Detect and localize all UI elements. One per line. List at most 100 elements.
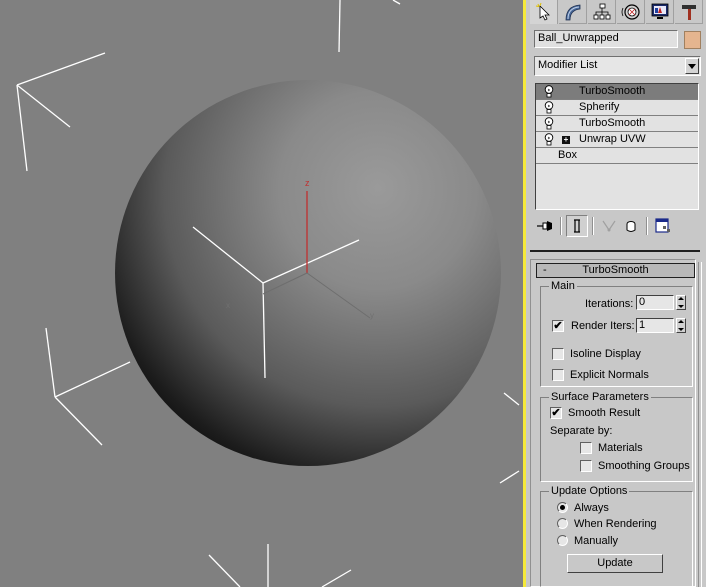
command-panel: Ball_Unwrapped Modifier List TurboSmooth… [526, 0, 706, 587]
stack-item-label: TurboSmooth [579, 85, 646, 97]
bracket-line [16, 84, 71, 128]
bracket-line [16, 84, 28, 172]
make-unique-button[interactable] [598, 215, 620, 237]
object-name-input[interactable]: Ball_Unwrapped [534, 30, 678, 48]
iterations-label: Iterations: [585, 298, 634, 310]
collapse-icon: - [543, 264, 547, 276]
lightbulb-icon[interactable] [544, 133, 554, 146]
stack-item-label: TurboSmooth [579, 117, 646, 129]
x-axis-label: x [226, 301, 230, 310]
manually-radio[interactable] [557, 535, 568, 546]
hierarchy-icon [593, 3, 610, 19]
bracket-line [338, 0, 341, 53]
viewport-canvas: z x y [16, 0, 520, 587]
toolbar-divider [560, 217, 562, 235]
lightbulb-icon[interactable] [544, 85, 554, 98]
bracket-line [499, 470, 520, 484]
iterations-input[interactable]: 0 [636, 295, 674, 310]
smoothing-groups-checkbox[interactable] [580, 460, 592, 472]
bracket-line [208, 554, 241, 587]
y-axis-label: y [370, 311, 374, 320]
render-iters-spinner[interactable] [676, 318, 686, 333]
remove-modifier-button[interactable] [620, 215, 642, 237]
isoline-display-checkbox[interactable] [552, 348, 564, 360]
object-color-swatch[interactable] [684, 31, 701, 49]
stack-toolbar [534, 214, 702, 238]
explicit-normals-checkbox[interactable] [552, 369, 564, 381]
rollout-title: TurboSmooth [582, 264, 649, 276]
modifier-list-dropdown[interactable]: Modifier List [534, 56, 701, 76]
create-arrow-icon [535, 2, 550, 21]
stack-item-turbosmooth-top[interactable]: TurboSmooth [536, 84, 698, 100]
explicit-normals-label: Explicit Normals [570, 369, 649, 381]
bracket-line [16, 52, 106, 86]
lightbulb-icon[interactable] [544, 101, 554, 114]
make-unique-icon [602, 220, 616, 232]
panel-scrollbar[interactable] [698, 262, 702, 587]
bracket-line [45, 327, 56, 398]
expand-plus-icon[interactable]: + [562, 136, 570, 144]
rollout-title-button[interactable]: - TurboSmooth [536, 263, 695, 278]
iterations-spinner[interactable] [676, 295, 686, 310]
render-iters-input[interactable]: 1 [636, 318, 674, 333]
tab-motion[interactable] [617, 0, 645, 24]
bracket-line [54, 361, 131, 398]
stack-item-unwrap-uvw[interactable]: + Unwrap UVW [536, 132, 698, 148]
toolbar-divider [592, 217, 594, 235]
render-iters-label: Render Iters: [571, 320, 635, 332]
perspective-viewport[interactable]: z x y [0, 0, 523, 587]
tab-create[interactable] [530, 0, 558, 24]
isoline-display-label: Isoline Display [570, 348, 641, 360]
pin-stack-icon [537, 221, 552, 231]
motion-wheel-icon [621, 3, 640, 20]
pin-stack-button[interactable] [534, 215, 556, 237]
materials-label: Materials [598, 442, 643, 454]
modifier-stack[interactable]: TurboSmooth Spherify TurboSmooth + Unwra… [535, 83, 699, 210]
toolbar-divider [646, 217, 648, 235]
when-rendering-label: When Rendering [574, 518, 657, 530]
bracket-line [392, 0, 401, 5]
configure-modifier-sets-button[interactable] [652, 215, 674, 237]
panel-divider [530, 250, 700, 252]
always-label: Always [574, 502, 609, 514]
modifier-list-label: Modifier List [538, 59, 598, 71]
update-button[interactable]: Update [567, 554, 663, 573]
bracket-line [54, 396, 103, 446]
bracket-line [321, 569, 352, 587]
separate-by-label: Separate by: [550, 425, 613, 437]
render-iters-checkbox[interactable]: ✔ [552, 320, 564, 332]
tab-modify[interactable] [559, 0, 587, 24]
stack-item-label: Unwrap UVW [579, 133, 646, 145]
remove-modifier-icon [626, 221, 636, 232]
modify-arc-icon [565, 4, 580, 20]
configure-modifier-sets-icon [655, 218, 670, 233]
command-panel-tabs [530, 0, 704, 24]
main-group-title: Main [549, 279, 577, 293]
surface-parameters-title: Surface Parameters [549, 390, 651, 404]
smoothing-groups-label: Smoothing Groups [598, 460, 690, 472]
update-options-title: Update Options [549, 484, 630, 498]
manually-label: Manually [574, 535, 619, 547]
stack-item-turbosmooth-lower[interactable]: TurboSmooth [536, 116, 698, 132]
smooth-result-checkbox[interactable]: ✔ [550, 407, 562, 419]
show-end-result-button[interactable] [566, 215, 588, 237]
z-axis-label: z [305, 178, 310, 188]
tab-utilities[interactable] [675, 0, 703, 24]
smooth-result-label: Smooth Result [568, 407, 641, 419]
tab-hierarchy[interactable] [588, 0, 616, 24]
stack-item-label: Box [558, 149, 577, 161]
utilities-hammer-icon [681, 4, 696, 20]
chevron-down-icon[interactable] [685, 58, 699, 74]
stack-item-box[interactable]: Box [536, 148, 698, 164]
materials-checkbox[interactable] [580, 442, 592, 454]
lightbulb-icon[interactable] [544, 117, 554, 130]
stack-item-spherify[interactable]: Spherify [536, 100, 698, 116]
show-end-result-icon [574, 219, 580, 233]
sphere-object [115, 80, 501, 466]
tab-display[interactable] [646, 0, 674, 24]
when-rendering-radio[interactable] [557, 518, 568, 529]
stack-item-label: Spherify [579, 101, 620, 113]
bracket-line [503, 392, 520, 406]
display-monitor-icon [651, 3, 668, 19]
always-radio[interactable] [557, 502, 568, 513]
